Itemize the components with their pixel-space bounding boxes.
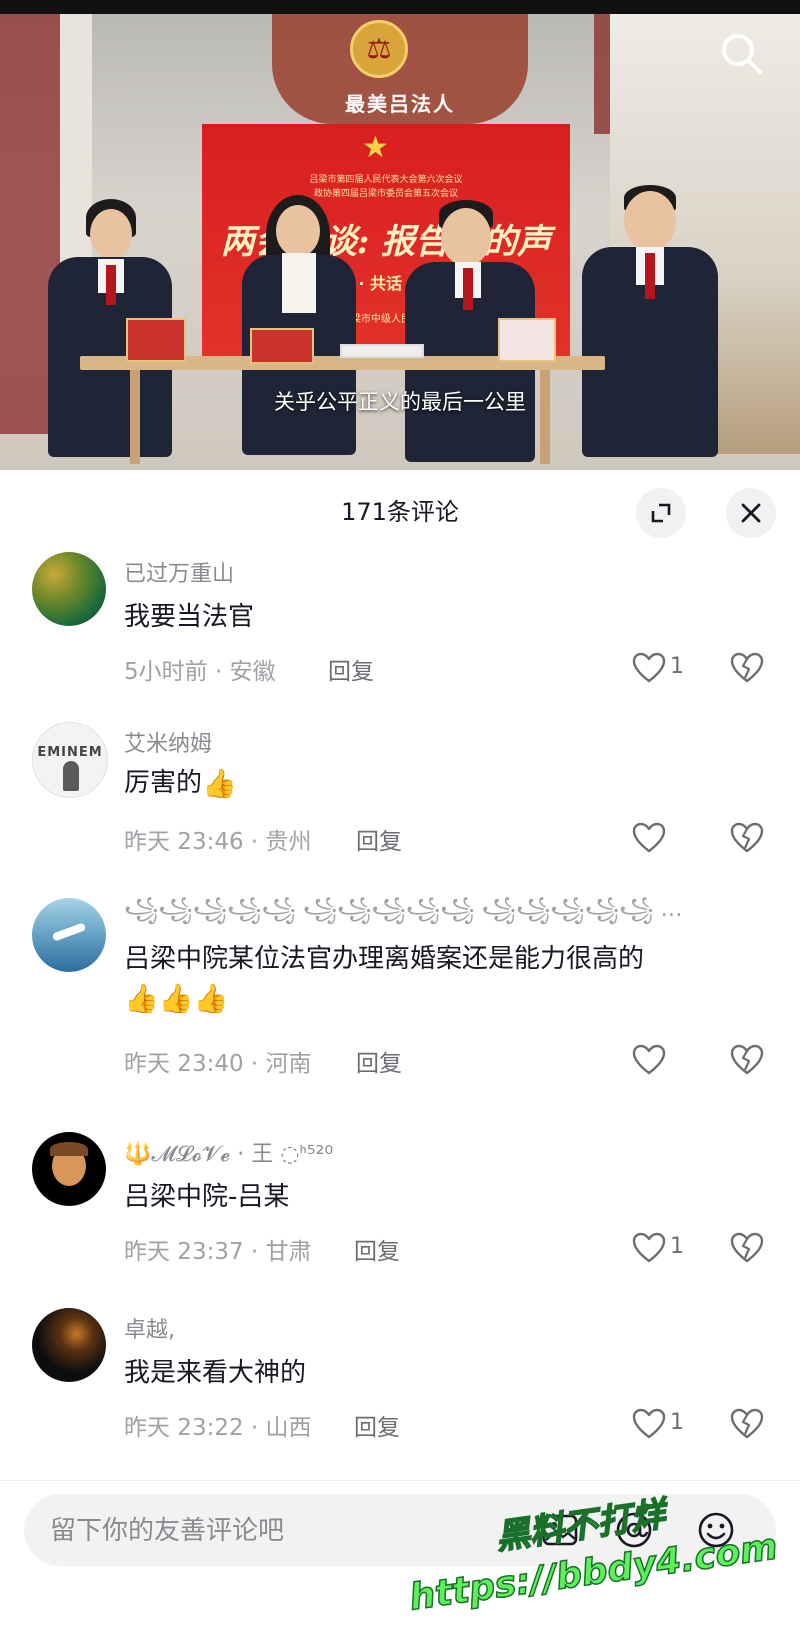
avatar[interactable] bbox=[32, 552, 106, 626]
dislike-button[interactable] bbox=[730, 1044, 766, 1080]
reply-button[interactable]: 回复 bbox=[356, 822, 402, 856]
avatar[interactable] bbox=[32, 898, 106, 972]
desk-calendar bbox=[126, 318, 186, 362]
desk-leg bbox=[130, 370, 140, 464]
reply-button[interactable]: 回复 bbox=[356, 1044, 402, 1078]
star-icon: ★ bbox=[362, 130, 389, 165]
dislike-button[interactable] bbox=[730, 822, 766, 858]
heart-icon bbox=[632, 1044, 666, 1075]
comment-item: ꧁꧁꧁꧁꧁ ꧁꧁꧁꧁꧁ ꧁꧁꧁꧁꧁ ꧁꧁꧁꧁꧁ ... 吕梁中院某位法官办理离婚… bbox=[0, 897, 800, 1098]
avatar[interactable] bbox=[32, 1132, 106, 1206]
status-bar bbox=[0, 0, 800, 14]
search-icon bbox=[722, 34, 762, 74]
comment-time-location: 昨天 23:46 · 贵州 bbox=[124, 829, 312, 855]
like-button[interactable]: 1 bbox=[632, 648, 690, 688]
broken-heart-icon bbox=[730, 652, 764, 683]
like-button[interactable] bbox=[632, 1040, 690, 1080]
avatar[interactable] bbox=[32, 1308, 106, 1382]
comment-time-location: 昨天 23:22 · 山西 bbox=[124, 1415, 312, 1441]
like-count: 1 bbox=[670, 654, 684, 679]
like-button[interactable]: 1 bbox=[632, 1404, 690, 1444]
comment-emoji-line: 👍👍👍 bbox=[124, 982, 229, 1015]
comment-username[interactable]: 🔱𝓜𝓛𝓸𝓥𝓮 · 王 ◌ᑋ⁵²⁰ bbox=[124, 1136, 333, 1168]
close-icon bbox=[741, 503, 761, 523]
thumbs-up-icon: 👍 bbox=[202, 767, 237, 800]
like-count: 1 bbox=[670, 1410, 684, 1435]
dislike-button[interactable] bbox=[730, 1232, 766, 1268]
reply-button[interactable]: 回复 bbox=[328, 652, 374, 686]
comment-text-line: 厉害的👍 bbox=[124, 762, 237, 800]
comment-item: 卓越, 我是来看大神的 昨天 23:22 · 山西 回复 1 bbox=[0, 1308, 800, 1458]
desk-papers bbox=[340, 344, 424, 358]
person-2 bbox=[240, 195, 360, 455]
desk-book bbox=[250, 328, 314, 364]
desk-leg bbox=[540, 370, 550, 464]
input-divider bbox=[0, 1480, 800, 1481]
comment-text: 吕梁中院-吕某 bbox=[124, 1182, 290, 1212]
comment-text: 我要当法官 bbox=[124, 602, 255, 632]
heart-icon bbox=[632, 1232, 666, 1263]
dislike-button[interactable] bbox=[730, 652, 766, 688]
like-button[interactable] bbox=[632, 818, 690, 858]
person-4 bbox=[580, 185, 720, 465]
court-emblem-icon: ⚖ bbox=[350, 20, 408, 78]
heart-icon bbox=[632, 1408, 666, 1439]
comment-username[interactable]: 艾米纳姆 bbox=[124, 726, 212, 758]
expand-button[interactable] bbox=[636, 488, 686, 538]
heart-icon bbox=[632, 822, 666, 853]
comment-username[interactable]: ꧁꧁꧁꧁꧁ ꧁꧁꧁꧁꧁ ꧁꧁꧁꧁꧁ ꧁꧁꧁꧁꧁ ... bbox=[124, 892, 684, 937]
reply-button[interactable]: 回复 bbox=[354, 1408, 400, 1442]
comment-username[interactable]: 卓越, bbox=[124, 1312, 175, 1344]
comment-time-location: 5小时前 · 安徽 bbox=[124, 659, 276, 685]
thumbs-up-icon: 👍👍👍 bbox=[124, 982, 229, 1015]
close-button[interactable] bbox=[726, 488, 776, 538]
broken-heart-icon bbox=[730, 822, 764, 853]
comments-header: 171条评论 bbox=[0, 470, 800, 538]
heart-icon bbox=[632, 652, 666, 683]
avatar-label: EMINEM bbox=[37, 745, 103, 760]
backdrop-line-1: 吕梁市第四届人民代表大会第六次会议 bbox=[309, 175, 463, 185]
comment-text: 吕梁中院某位法官办理离婚案还是能力很高的 bbox=[124, 944, 645, 974]
comment-username[interactable]: 已过万重山 bbox=[124, 556, 234, 588]
like-count: 1 bbox=[670, 1234, 684, 1259]
comment-item: 🔱𝓜𝓛𝓸𝓥𝓮 · 王 ◌ᑋ⁵²⁰ 吕梁中院-吕某 昨天 23:37 · 甘肃 回… bbox=[0, 1132, 800, 1282]
comment-time-location: 昨天 23:37 · 甘肃 bbox=[124, 1239, 312, 1265]
avatar[interactable]: EMINEM bbox=[32, 722, 108, 798]
search-button[interactable] bbox=[718, 30, 766, 78]
comment-time-location: 昨天 23:40 · 河南 bbox=[124, 1051, 312, 1077]
wall-title: 最美吕法人 bbox=[345, 92, 455, 116]
broken-heart-icon bbox=[730, 1232, 764, 1263]
comment-input[interactable] bbox=[48, 1494, 532, 1568]
video-player[interactable]: ⚖ 最美吕法人 ★ 吕梁市第四届人民代表大会第六次会议 政协第四届吕梁市委员会第… bbox=[0, 0, 800, 470]
desk-calendar bbox=[498, 318, 556, 362]
comment-text: 厉害的 bbox=[124, 768, 203, 798]
video-caption: 关乎公平正义的最后一公里 bbox=[274, 390, 526, 414]
comment-text: 我是来看大神的 bbox=[124, 1358, 307, 1388]
dislike-button[interactable] bbox=[730, 1408, 766, 1444]
reply-button[interactable]: 回复 bbox=[354, 1232, 400, 1266]
broken-heart-icon bbox=[730, 1408, 764, 1439]
broken-heart-icon bbox=[730, 1044, 764, 1075]
comment-item: EMINEM 艾米纳姆 厉害的👍 昨天 23:46 · 贵州 回复 bbox=[0, 722, 800, 872]
expand-icon bbox=[651, 503, 671, 523]
like-button[interactable]: 1 bbox=[632, 1228, 690, 1268]
comment-item: 已过万重山 我要当法官 5小时前 · 安徽 回复 1 bbox=[0, 552, 800, 702]
comments-sheet: 171条评论 已过万重山 我要当法官 5小时前 · 安徽 回复 1 EMINEM… bbox=[0, 470, 800, 1649]
